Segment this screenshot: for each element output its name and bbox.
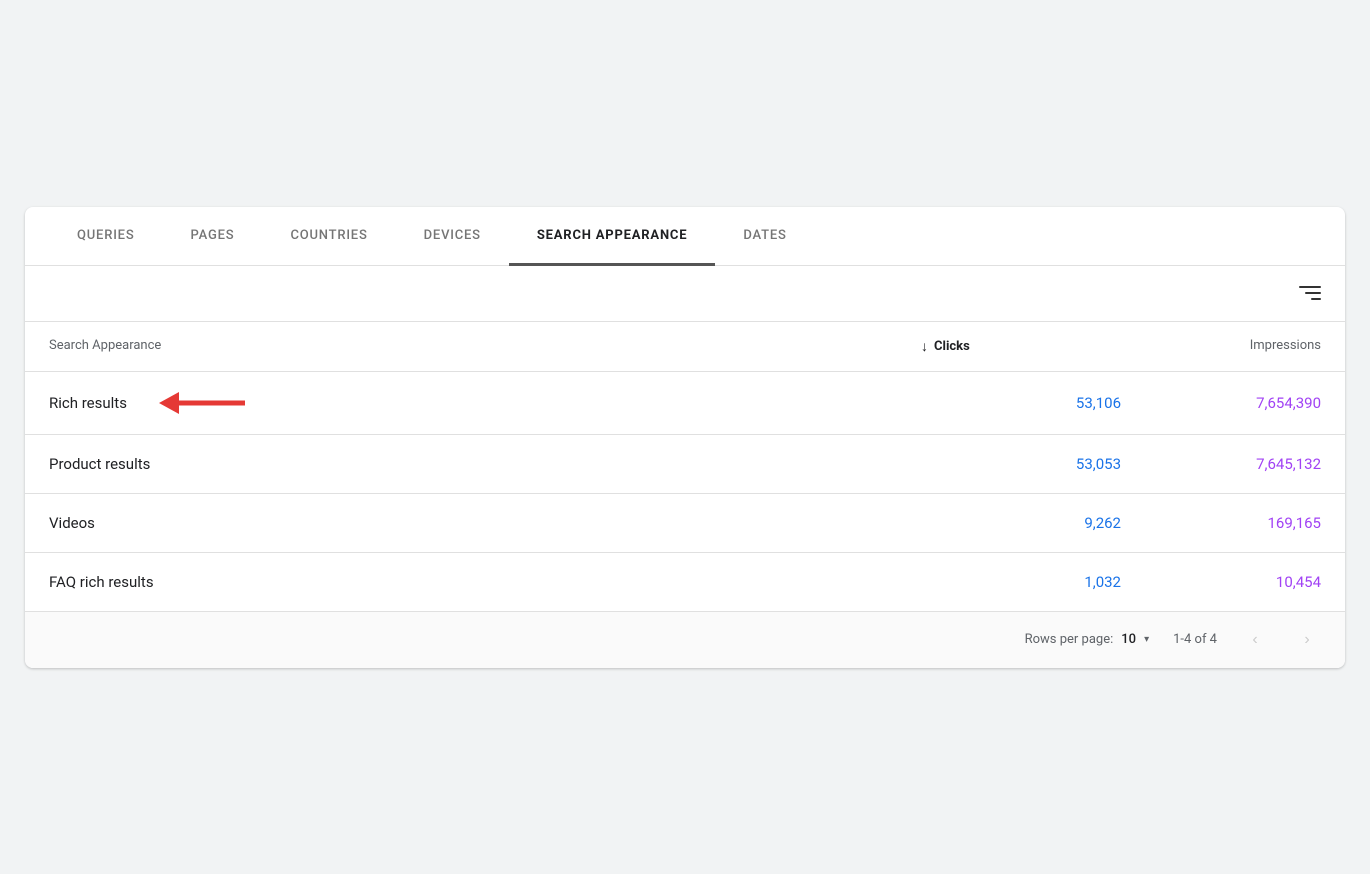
rows-per-page-dropdown[interactable]: ▾ <box>1144 634 1149 645</box>
table-row[interactable]: FAQ rich results1,03210,454 <box>25 553 1345 611</box>
row-clicks-3: 1,032 <box>921 573 1121 591</box>
tab-search-appearance[interactable]: SEARCH APPEARANCE <box>509 208 716 266</box>
row-label-0: Rich results <box>49 392 921 414</box>
tab-devices[interactable]: DEVICES <box>396 208 509 266</box>
next-page-button[interactable]: › <box>1293 626 1321 654</box>
filter-line-2 <box>1305 292 1321 294</box>
row-label-1: Product results <box>49 455 921 473</box>
filter-line-1 <box>1299 286 1321 288</box>
sort-arrow-icon: ↓ <box>921 338 928 355</box>
row-impressions-1: 7,645,132 <box>1121 455 1321 473</box>
prev-page-button[interactable]: ‹ <box>1241 626 1269 654</box>
col-search-appearance-header: Search Appearance <box>49 338 921 355</box>
table-row[interactable]: Videos9,262169,165 <box>25 494 1345 553</box>
annotation-arrow <box>143 392 263 414</box>
rows-per-page-label: Rows per page: <box>1025 632 1114 647</box>
filter-icon[interactable] <box>1299 286 1321 300</box>
row-clicks-0: 53,106 <box>921 394 1121 412</box>
table-row[interactable]: Rich results53,1067,654,390 <box>25 372 1345 435</box>
rows-per-page: Rows per page: 10 ▾ <box>1025 632 1149 647</box>
main-card: QUERIESPAGESCOUNTRIESDEVICESSEARCH APPEA… <box>25 207 1345 668</box>
table-row[interactable]: Product results53,0537,645,132 <box>25 435 1345 494</box>
tab-countries[interactable]: COUNTRIES <box>262 208 395 266</box>
pagination-bar: Rows per page: 10 ▾ 1-4 of 4 ‹ › <box>25 611 1345 668</box>
col-clicks-header[interactable]: ↓ Clicks <box>921 338 1121 355</box>
filter-bar <box>25 266 1345 322</box>
row-impressions-2: 169,165 <box>1121 514 1321 532</box>
col-impressions-header: Impressions <box>1121 338 1321 355</box>
tab-dates[interactable]: DATES <box>715 208 814 266</box>
filter-line-3 <box>1311 298 1321 300</box>
tab-pages[interactable]: PAGES <box>163 208 263 266</box>
data-table: Search Appearance ↓ Clicks Impressions R… <box>25 322 1345 611</box>
page-info: 1-4 of 4 <box>1173 632 1217 647</box>
row-clicks-2: 9,262 <box>921 514 1121 532</box>
table-header: Search Appearance ↓ Clicks Impressions <box>25 322 1345 372</box>
tab-bar: QUERIESPAGESCOUNTRIESDEVICESSEARCH APPEA… <box>25 207 1345 266</box>
row-label-2: Videos <box>49 514 921 532</box>
rows-per-page-value: 10 <box>1121 632 1136 647</box>
tab-queries[interactable]: QUERIES <box>49 208 163 266</box>
table-body: Rich results53,1067,654,390Product resul… <box>25 372 1345 611</box>
row-clicks-1: 53,053 <box>921 455 1121 473</box>
row-impressions-0: 7,654,390 <box>1121 394 1321 412</box>
row-impressions-3: 10,454 <box>1121 573 1321 591</box>
row-label-3: FAQ rich results <box>49 573 921 591</box>
